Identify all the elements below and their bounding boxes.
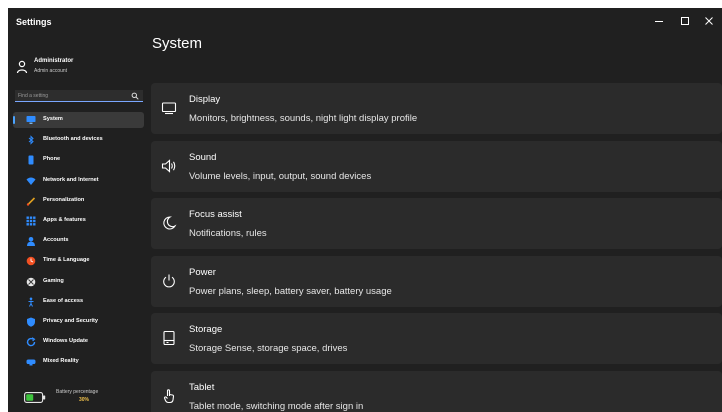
card-title: Tablet: [189, 381, 215, 393]
search-input[interactable]: [18, 91, 126, 100]
accounts-icon: [27, 237, 35, 247]
sidebar-item-label: Phone: [43, 156, 61, 163]
user-name: Administrator: [34, 58, 74, 64]
card-title: Sound: [189, 151, 217, 163]
power-icon: [163, 274, 175, 288]
app-title: Settings: [16, 17, 52, 27]
sidebar-item-phone[interactable]: Phone: [13, 152, 144, 168]
monitor-icon: [26, 116, 36, 124]
power-card[interactable]: Power Power plans, sleep, battery saver,…: [151, 255, 722, 307]
sidebar-item-gaming[interactable]: Gaming: [13, 274, 144, 290]
maximize-icon[interactable]: [678, 14, 692, 28]
card-description: Monitors, brightness, sounds, night ligh…: [189, 113, 418, 124]
sidebar-item-accounts[interactable]: Accounts: [13, 233, 144, 249]
moon-icon: [163, 216, 177, 230]
sidebar-item-windows-update[interactable]: Windows Update: [13, 334, 144, 350]
sidebar-nav: System Bluetooth and devices Phone Netwo…: [13, 112, 144, 374]
phone-icon: [28, 155, 34, 165]
user-account[interactable]: Administrator Admin account: [16, 56, 140, 80]
battery-value: 30%: [79, 397, 90, 403]
bluetooth-icon: [28, 135, 34, 145]
battery-status: Battery percentage 30%: [24, 388, 134, 408]
tablet-card[interactable]: Tablet Tablet mode, switching mode after…: [151, 370, 722, 412]
search-box: [15, 90, 143, 102]
card-description: Tablet mode, switching mode after sign i…: [189, 400, 364, 412]
sidebar-item-label: Gaming: [43, 277, 64, 284]
settings-list: Display Monitors, brightness, sounds, ni…: [151, 83, 722, 412]
sidebar-item-label: Network and Internet: [43, 176, 99, 183]
sidebar-item-label: Mixed Reality: [43, 358, 79, 365]
storage-card[interactable]: Storage Storage Sense, storage space, dr…: [151, 313, 722, 365]
card-title: Display: [189, 94, 221, 105]
user-icon: [16, 60, 28, 74]
card-title: Power: [189, 266, 216, 278]
update-icon: [26, 337, 36, 347]
card-description: Notifications, rules: [189, 228, 267, 240]
card-title: Storage: [189, 324, 223, 336]
sidebar-item-mixed-reality[interactable]: Mixed Reality: [13, 354, 144, 370]
clock-icon: [26, 257, 36, 266]
sidebar-item-ease-of-access[interactable]: Ease of access: [13, 294, 144, 310]
page-title: System: [152, 35, 203, 52]
minimize-icon[interactable]: [652, 14, 666, 28]
battery-label: Battery percentage: [56, 389, 99, 395]
sidebar-item-apps[interactable]: Apps & features: [13, 213, 144, 229]
sidebar-item-label: Time & Language: [43, 257, 90, 264]
sidebar-item-label: Accounts: [43, 237, 69, 244]
display-card[interactable]: Display Monitors, brightness, sounds, ni…: [151, 83, 722, 134]
display-icon: [161, 102, 177, 115]
user-role: Admin account: [34, 68, 68, 74]
sidebar-item-label: System: [43, 116, 63, 122]
sidebar-item-label: Privacy and Security: [43, 317, 99, 324]
sidebar-item-system[interactable]: System: [13, 112, 144, 128]
shield-icon: [27, 317, 35, 327]
sidebar: Settings Administrator Admin account Fin…: [8, 8, 144, 412]
sound-card[interactable]: Sound Volume levels, input, output, soun…: [151, 140, 722, 192]
sidebar-item-label: Windows Update: [43, 338, 89, 345]
sidebar-item-personalization[interactable]: Personalization: [13, 193, 144, 209]
sidebar-item-label: Personalization: [43, 196, 85, 203]
headset-icon: [26, 359, 36, 366]
battery-icon: [24, 392, 46, 403]
card-description: Power plans, sleep, battery saver, batte…: [189, 285, 392, 297]
card-description: Storage Sense, storage space, drives: [189, 343, 348, 355]
search-icon[interactable]: [131, 92, 139, 100]
sidebar-item-label: Apps & features: [43, 216, 86, 223]
accessibility-icon: [28, 297, 34, 307]
card-description: Volume levels, input, output, sound devi…: [189, 170, 372, 182]
tablet-touch-icon: [163, 389, 175, 404]
gaming-icon: [26, 277, 36, 286]
sidebar-item-bluetooth[interactable]: Bluetooth and devices: [13, 132, 144, 148]
focus-assist-card[interactable]: Focus assist Notifications, rules: [151, 198, 722, 250]
paintbrush-icon: [26, 197, 36, 206]
apps-grid-icon: [26, 216, 36, 226]
window-controls: [642, 8, 722, 38]
card-title: Focus assist: [189, 209, 242, 221]
sidebar-item-network[interactable]: Network and Internet: [13, 173, 144, 189]
sidebar-item-time-language[interactable]: Time & Language: [13, 253, 144, 269]
network-icon: [26, 177, 36, 185]
settings-window: Settings Administrator Admin account Fin…: [8, 8, 722, 412]
close-icon[interactable]: [702, 14, 716, 28]
selection-indicator: [13, 116, 15, 124]
sidebar-item-label: Bluetooth and devices: [43, 136, 103, 143]
speaker-icon: [161, 158, 176, 173]
storage-icon: [163, 331, 175, 346]
sidebar-item-label: Ease of access: [43, 297, 84, 304]
sidebar-item-privacy-security[interactable]: Privacy and Security: [13, 314, 144, 330]
